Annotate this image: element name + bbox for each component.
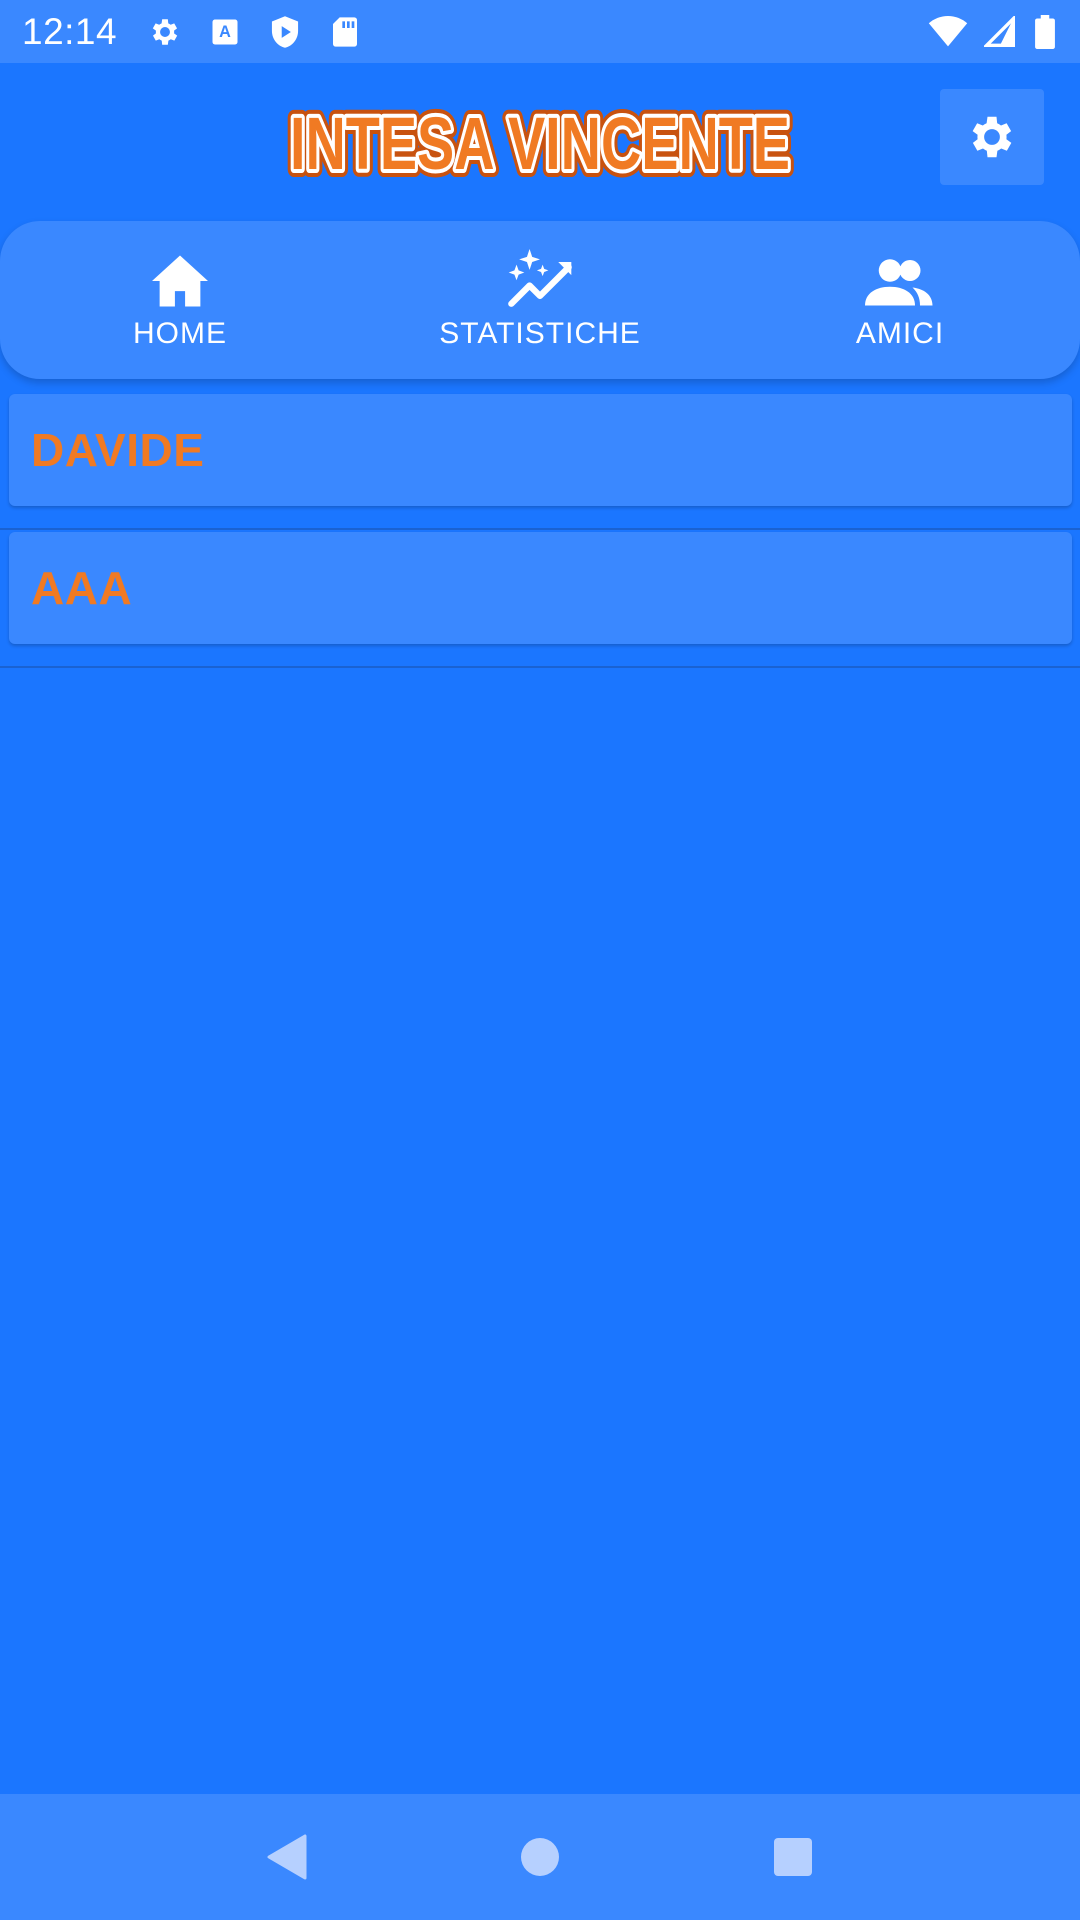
font-download-icon: A	[207, 14, 243, 50]
status-icons-right	[928, 14, 1058, 50]
list-item: AAA	[0, 530, 1080, 668]
list-item: DAVIDE	[0, 392, 1080, 530]
status-time: 12:14	[22, 10, 118, 52]
stats-sparkle-icon	[506, 249, 574, 309]
home-circle-icon[interactable]	[510, 1827, 570, 1887]
sd-card-icon	[327, 14, 363, 50]
wifi-icon	[928, 14, 968, 50]
tab-bar: HOME STATISTICHE AMICI	[0, 221, 1080, 379]
gear-icon	[972, 116, 1012, 158]
app-bar: INTESA VINCENTE INTESA VINCENTE INTESA V…	[0, 63, 1080, 220]
friend-name: DAVIDE	[31, 424, 205, 476]
friend-card[interactable]: DAVIDE	[9, 394, 1072, 506]
tab-statistiche-label: STATISTICHE	[439, 317, 641, 350]
recents-icon[interactable]	[763, 1827, 823, 1887]
tab-statistiche[interactable]: STATISTICHE	[360, 221, 720, 379]
status-icons-left: A	[147, 14, 363, 50]
tab-home[interactable]: HOME	[0, 221, 360, 379]
play-protect-icon	[267, 14, 303, 50]
battery-icon	[1032, 14, 1058, 50]
app-screen: 12:14 A INTESA VINCENTE INTESA VINCENTE …	[0, 0, 1080, 1920]
home-icon	[149, 249, 211, 309]
svg-text:A: A	[219, 23, 231, 41]
settings-icon	[147, 14, 183, 50]
back-icon[interactable]	[257, 1827, 317, 1887]
svg-text:INTESA VINCENTE: INTESA VINCENTE	[290, 102, 790, 185]
cell-signal-icon	[982, 14, 1018, 50]
settings-button[interactable]	[940, 89, 1044, 185]
app-logo: INTESA VINCENTE INTESA VINCENTE INTESA V…	[282, 94, 798, 191]
tab-amici[interactable]: AMICI	[720, 221, 1080, 379]
tab-home-label: HOME	[133, 317, 227, 350]
system-nav-bar	[0, 1794, 1080, 1920]
friend-name: AAA	[31, 562, 133, 614]
tab-amici-label: AMICI	[855, 317, 945, 350]
people-icon	[865, 249, 935, 309]
status-bar: 12:14 A	[0, 0, 1080, 63]
friend-list: DAVIDE AAA	[0, 392, 1080, 668]
friend-card[interactable]: AAA	[9, 532, 1072, 644]
